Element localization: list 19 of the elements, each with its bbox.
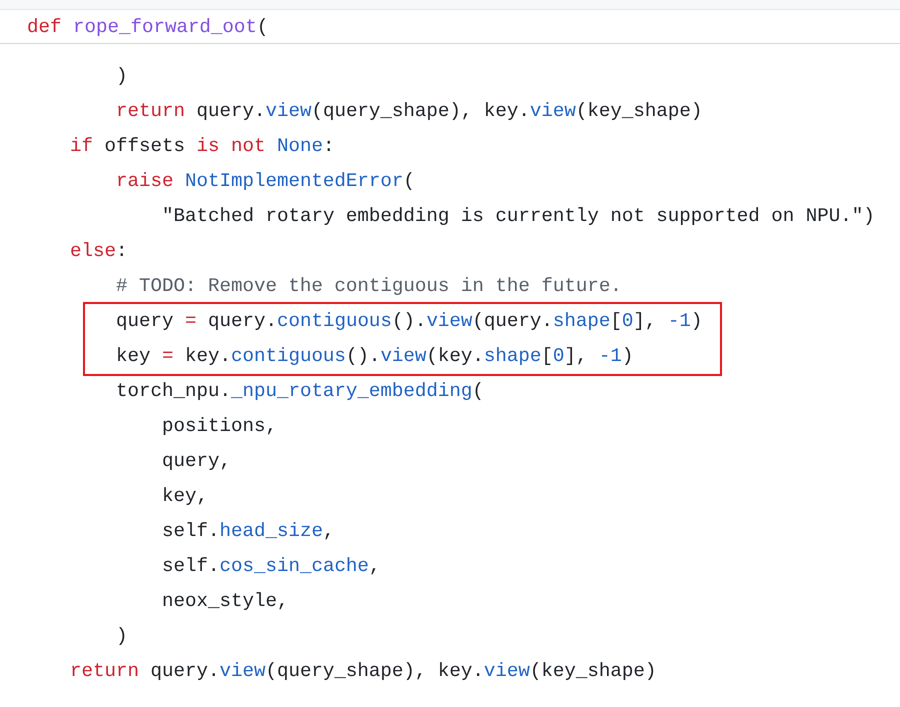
code-line: query = query.contiguous().view(query.shape[0], -1) [115, 309, 702, 334]
code-line: # TODO: Remove the contiguous in the future. [115, 274, 622, 299]
code-line: "Batched rotary embedding is currently not supported on NPU.") [161, 204, 875, 229]
code-line: positions, [161, 414, 277, 439]
code-line: ) [115, 64, 128, 89]
code-line: self.cos_sin_cache, [161, 554, 380, 579]
code-line: torch_npu._npu_rotary_embedding( [115, 379, 484, 404]
code-line: neox_style, [161, 589, 288, 614]
code-line: return query.view(query_shape), key.view(key_shape) [115, 99, 702, 124]
code-line: self.head_size, [161, 519, 334, 544]
code-line: key = key.contiguous().view(key.shape[0], -1) [115, 344, 634, 369]
code-line: key, [161, 484, 208, 509]
code-line: ) [115, 624, 128, 649]
code-line: def rope_forward_oot( [27, 16, 268, 38]
code-line: return query.view(query_shape), key.view(key_shape) [70, 659, 656, 684]
code-line: query, [161, 449, 231, 474]
code-line: raise NotImplementedError( [115, 169, 415, 194]
code-line: else: [70, 239, 128, 264]
code-line: if offsets is not None: [70, 134, 334, 159]
